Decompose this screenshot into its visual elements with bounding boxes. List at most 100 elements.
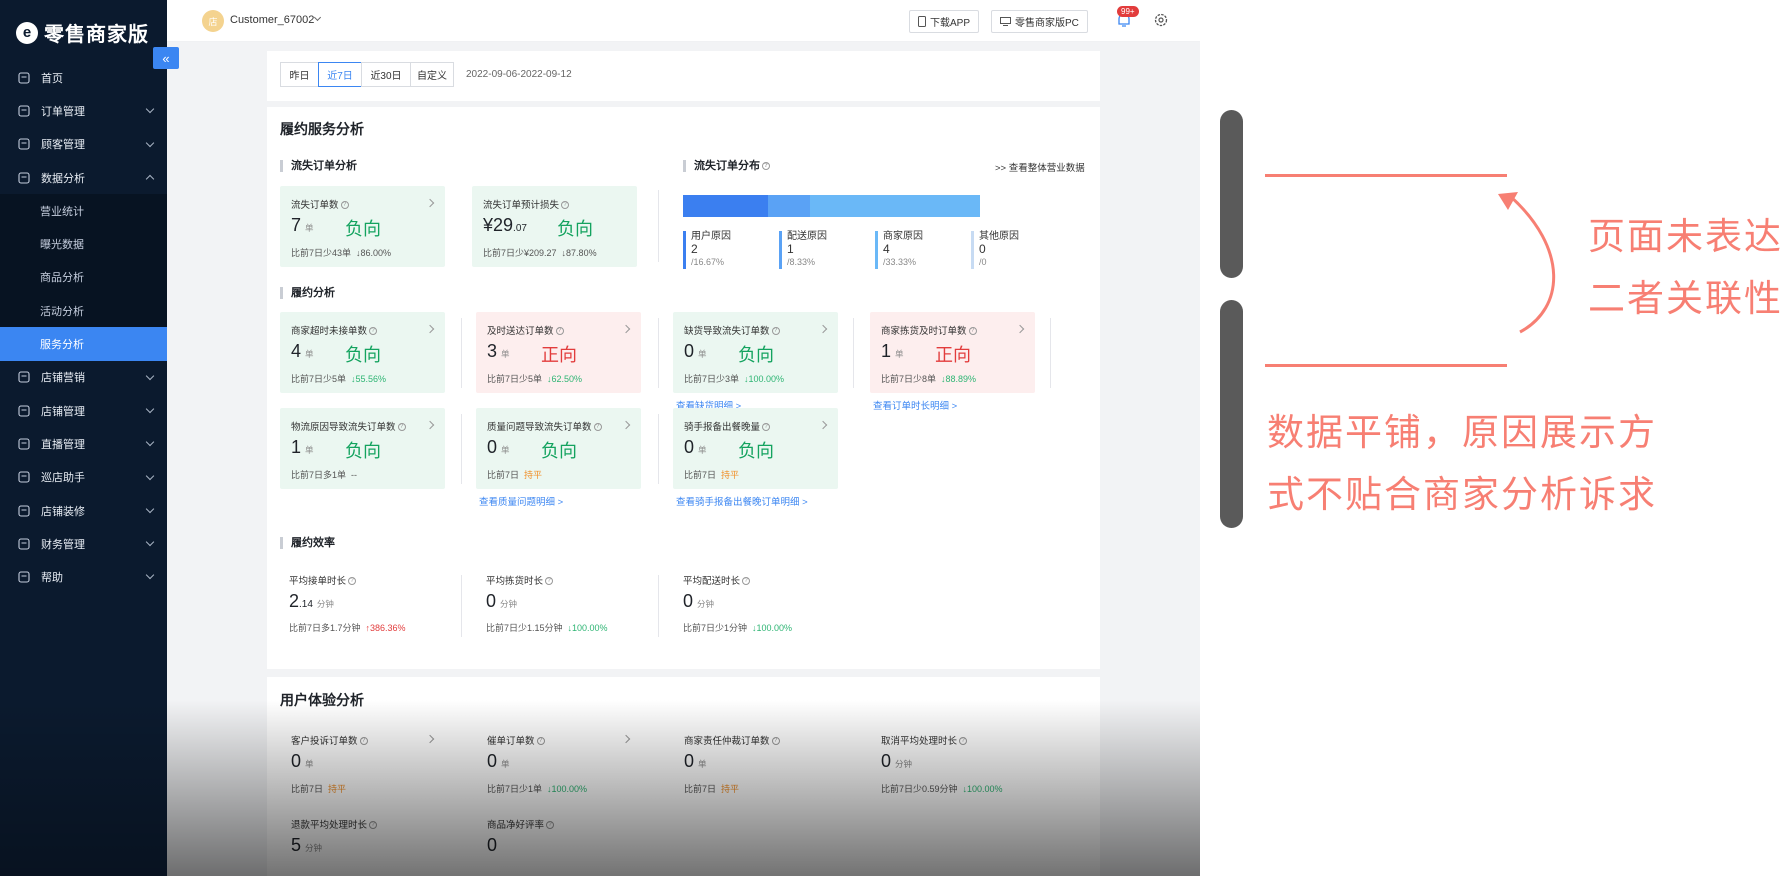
help-icon[interactable]: ? [545,577,554,586]
help-icon[interactable]: ? [397,423,406,432]
collapse-sidebar-button[interactable]: « [153,47,179,69]
metric-value-number: 0 [487,835,498,855]
help-icon[interactable]: ? [968,327,977,336]
help-icon[interactable]: ? [742,577,751,586]
metric-card[interactable]: 商家拣货及时订单数? 1 单 正向 比前7日少8单 ↓88.89% [870,312,1035,393]
help-icon[interactable]: ? [369,821,378,830]
efficiency-delta: ↓100.00% [567,623,608,633]
sidebar-item[interactable]: 帮助 [0,560,167,593]
detail-link[interactable]: 查看骑手报备出餐晚订单明细 > [676,494,808,508]
sidebar-item[interactable]: 数据分析 [0,161,167,194]
finance-icon [17,537,30,550]
date-option[interactable]: 近7日 [318,62,362,87]
metric-card[interactable]: 商品净好评率? 0 [476,806,641,876]
metric-compare: 比前7日 持平 [684,782,739,795]
help-icon[interactable]: ? [369,327,378,336]
sidebar-subitem[interactable]: 服务分析 [0,327,167,361]
help-icon[interactable]: ? [771,327,780,336]
metric-value: 0 [487,835,497,856]
detail-link[interactable]: 查看订单时长明细 > [873,398,957,412]
sidebar-subitem[interactable]: 营业统计 [0,194,167,228]
help-icon[interactable]: ? [555,327,564,336]
divider [461,414,462,484]
pc-version-button[interactable]: 零售商家版PC [991,10,1088,33]
chevron-right-icon[interactable] [425,198,435,208]
metric-card[interactable]: 催单订单数? 0 单比前7日少1单 ↓100.00% [476,722,641,803]
date-option[interactable]: 自定义 [410,62,454,87]
efficiency-number: 0 [486,591,497,611]
gear-icon[interactable] [1151,10,1171,30]
divider [461,318,462,388]
efficiency-label-text: 平均配送时长 [683,576,741,587]
legend-percent: /0 [979,257,987,267]
sidebar-item[interactable]: 财务管理 [0,527,167,560]
chevron-right-icon[interactable] [621,420,631,430]
metric-delta: 持平 [524,470,543,480]
metric-card[interactable]: 商家责任仲裁订单数? 0 单比前7日 持平 [673,722,838,803]
metric-card[interactable]: 缺货导致流失订单数? 0 单 负向 比前7日少3单 ↓100.00% [673,312,838,393]
sidebar-subitem[interactable]: 活动分析 [0,294,167,328]
help-icon[interactable]: ? [348,577,357,586]
sidebar-item[interactable]: 顾客管理 [0,128,167,161]
chevron-right-icon[interactable] [425,734,435,744]
metric-card[interactable]: 物流原因导致流失订单数? 1 单 负向 比前7日多1单 -- [280,408,445,489]
chevron-right-icon[interactable] [621,324,631,334]
sidebar-item[interactable]: 店铺装修 [0,494,167,527]
chevron-right-icon[interactable] [621,734,631,744]
logo-icon: e [16,21,38,44]
app-logo[interactable]: e 零售商家版 [16,18,149,47]
help-icon[interactable]: ? [359,737,368,746]
metric-card[interactable]: 及时送达订单数? 3 单 正向 比前7日少5单 ↓62.50% [476,312,641,393]
sidebar-subitem[interactable]: 商品分析 [0,260,167,295]
date-option[interactable]: 近30日 [361,62,411,87]
avatar[interactable]: 店 [202,10,224,32]
sidebar-item[interactable]: 店铺营销 [0,361,167,394]
sidebar-item[interactable]: 首页 [0,61,167,94]
metric-card[interactable]: 商家超时未接单数? 4 单 负向 比前7日少5单 ↓55.56% [280,312,445,393]
sidebar-item[interactable]: 订单管理 [0,94,167,127]
sidebar-item[interactable]: 巡店助手 [0,461,167,494]
help-icon[interactable]: ? [561,201,570,210]
metric-card[interactable]: 取消平均处理时长? 0 分钟 比前7日少0.59分钟 ↓100.00% [870,722,1035,803]
date-option[interactable]: 昨日 [280,62,319,87]
help-icon[interactable]: ? [536,737,545,746]
metric-card[interactable]: 骑手报备出餐晚量? 0 单 负向 比前7日 持平 [673,408,838,489]
metric-value-number: ¥29 [483,215,514,235]
help-icon[interactable]: ? [762,423,771,432]
date-range[interactable]: 2022-09-06-2022-09-12 [466,69,572,80]
help-icon[interactable]: ? [546,821,555,830]
metric-card[interactable]: 流失订单预计损失? ¥29.07 负向 比前7日少¥209.27 ↓87.80% [472,186,637,267]
chevron-right-icon[interactable] [818,420,828,430]
distribution-legend-item: 配送原因 1/8.33% [779,230,827,269]
metric-card[interactable]: 客户投诉订单数? 0 单比前7日 持平 [280,722,445,803]
help-icon[interactable]: ? [762,162,770,171]
metric-card[interactable]: 质量问题导致流失订单数? 0 单 负向 比前7日 持平 [476,408,641,489]
chevron-right-icon[interactable] [425,420,435,430]
chevron-right-icon[interactable] [1015,324,1025,334]
help-icon[interactable]: ? [340,201,349,210]
efficiency-compare-text: 比前7日少1分钟 [683,623,748,633]
help-icon [17,571,30,584]
efficiency-delta: ↑386.36% [365,623,406,633]
chevron-right-icon[interactable] [818,324,828,334]
help-icon[interactable]: ? [771,737,780,746]
sidebar-item[interactable]: 直播管理 [0,427,167,460]
sidebar-subitem[interactable]: 曝光数据 [0,227,167,261]
metric-compare-text: 比前7日少5单 [487,374,543,384]
overall-business-link[interactable]: >> 查看整体营业数据 [995,160,1085,174]
detail-link[interactable]: 查看质量问题明细 > [479,494,563,508]
efficiency-number: 2 [289,591,300,611]
chevron-down-icon[interactable] [313,13,322,22]
metric-card[interactable]: 流失订单数? 7 单 负向 比前7日少43单 ↓86.00% [280,186,445,267]
metric-compare: 比前7日少8单 ↓88.89% [881,372,976,385]
username[interactable]: Customer_67002 [230,14,314,26]
chevron-right-icon[interactable] [425,324,435,334]
metric-card[interactable]: 退款平均处理时长? 5 分钟 [280,806,445,876]
help-icon[interactable]: ? [593,423,602,432]
download-app-button[interactable]: 下载APP [909,10,980,33]
help-icon[interactable]: ? [959,737,968,746]
metric-value-number: 0 [684,341,695,361]
metric-label: 商品净好评率? [487,817,555,831]
sidebar-item[interactable]: 店铺管理 [0,394,167,427]
metric-value: 0单 [487,437,510,458]
